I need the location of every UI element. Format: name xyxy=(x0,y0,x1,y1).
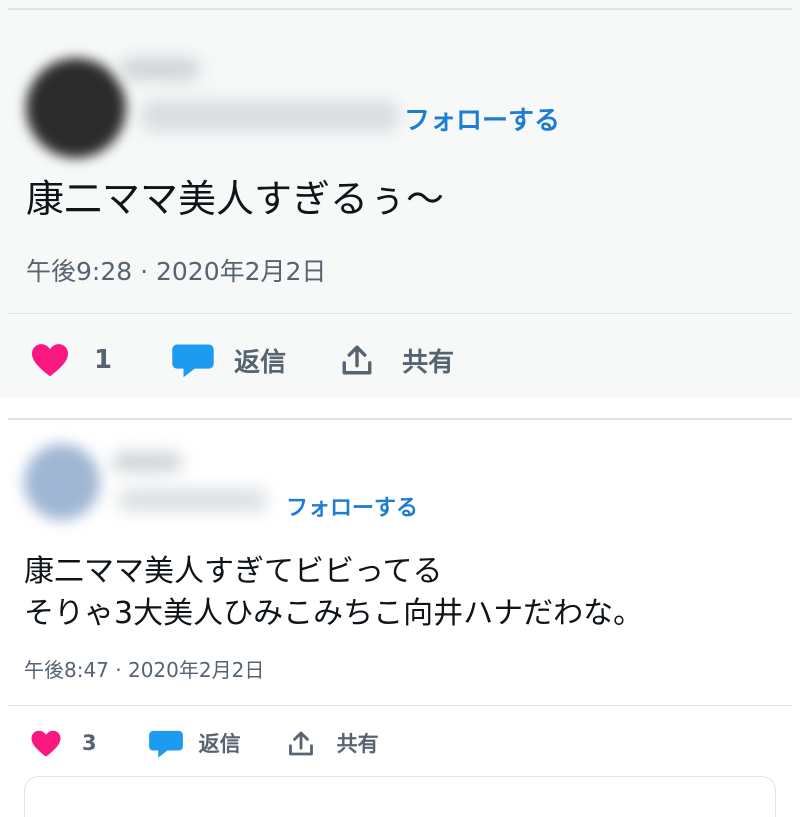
next-card-edge xyxy=(24,776,776,817)
follow-button[interactable]: フォローする xyxy=(286,490,418,522)
share-icon xyxy=(288,731,313,755)
share-action[interactable]: 共有 xyxy=(340,342,454,379)
tweet-timestamp[interactable]: 午後8:47 · 2020年2月2日 xyxy=(24,654,264,683)
reply-bubble-icon xyxy=(172,344,214,378)
tweet-actions: 1 返信 共有 xyxy=(30,340,454,380)
like-action[interactable]: 1 xyxy=(30,342,112,378)
follow-button[interactable]: フォローする xyxy=(404,100,560,137)
heart-icon xyxy=(31,730,61,757)
username-blurred xyxy=(118,488,268,512)
share-label: 共有 xyxy=(402,347,455,378)
tweet-card-1: フォローする 康二ママ美人すぎるぅ〜 午後9:28 · 2020年2月2日 1 … xyxy=(0,0,800,398)
username-blurred xyxy=(140,100,400,132)
display-name-blurred xyxy=(112,452,182,472)
tweet-timestamp[interactable]: 午後9:28 · 2020年2月2日 xyxy=(26,252,326,288)
reply-bubble-icon xyxy=(148,730,183,758)
divider xyxy=(8,313,792,314)
like-count: 3 xyxy=(82,731,97,755)
tweet-text: 康二ママ美人すぎるぅ〜 xyxy=(26,177,445,221)
share-action[interactable]: 共有 xyxy=(287,728,379,758)
avatar[interactable] xyxy=(26,58,126,158)
share-icon xyxy=(342,345,372,375)
tweet-card-2: フォローする 康二ママ美人すぎてビビってる そりゃ3大美人ひみこみちこ向井ハナだ… xyxy=(0,414,800,817)
card-top-border xyxy=(8,8,792,10)
reply-action[interactable]: 返信 xyxy=(172,341,286,379)
tweet-actions: 3 返信 共有 xyxy=(30,726,379,760)
like-count: 1 xyxy=(94,345,113,375)
card-top-border xyxy=(8,418,792,420)
avatar[interactable] xyxy=(24,444,100,520)
divider xyxy=(8,705,792,706)
reply-label: 返信 xyxy=(234,347,287,378)
like-action[interactable]: 3 xyxy=(30,729,97,758)
reply-label: 返信 xyxy=(198,732,241,756)
share-label: 共有 xyxy=(336,732,379,756)
display-name-blurred xyxy=(120,58,200,80)
heart-icon xyxy=(32,344,68,377)
reply-action[interactable]: 返信 xyxy=(148,728,241,759)
tweet-text: 康二ママ美人すぎてビビってる そりゃ3大美人ひみこみちこ向井ハナだわな。 xyxy=(24,554,644,631)
